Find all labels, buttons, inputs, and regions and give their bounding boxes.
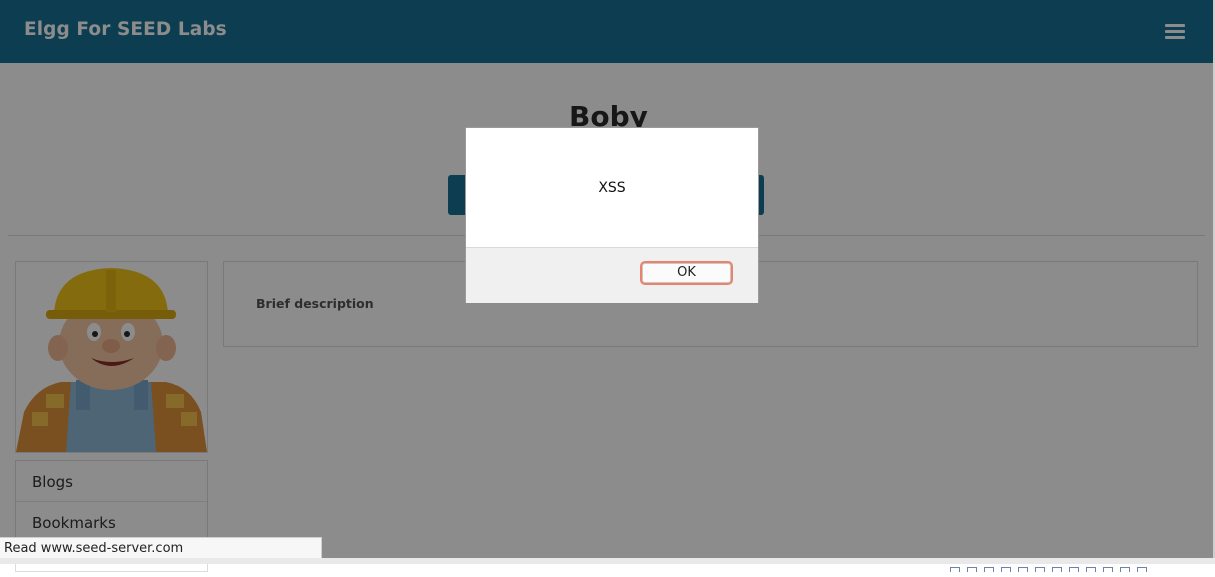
tray-icon[interactable] [967, 567, 977, 572]
tray-icon[interactable] [1052, 567, 1062, 572]
tray-icon[interactable] [1018, 567, 1028, 572]
ok-button[interactable]: OK [642, 263, 731, 283]
alert-dialog: XSS OK [465, 127, 759, 303]
tray-icon[interactable] [1035, 567, 1045, 572]
tray-icon[interactable] [1069, 567, 1079, 572]
alert-footer: OK [466, 247, 758, 303]
status-text: Read www.seed-server.com [4, 541, 184, 556]
tray-icon[interactable] [1137, 567, 1147, 572]
system-tray [950, 559, 1154, 572]
tray-icon[interactable] [950, 567, 960, 572]
tray-icon[interactable] [1086, 567, 1096, 572]
tray-icon[interactable] [1001, 567, 1011, 572]
status-bar: Read www.seed-server.com [0, 537, 322, 560]
tray-icon[interactable] [984, 567, 994, 572]
alert-message: XSS [598, 180, 626, 196]
tray-icon[interactable] [1103, 567, 1113, 572]
tray-icon[interactable] [1120, 567, 1130, 572]
